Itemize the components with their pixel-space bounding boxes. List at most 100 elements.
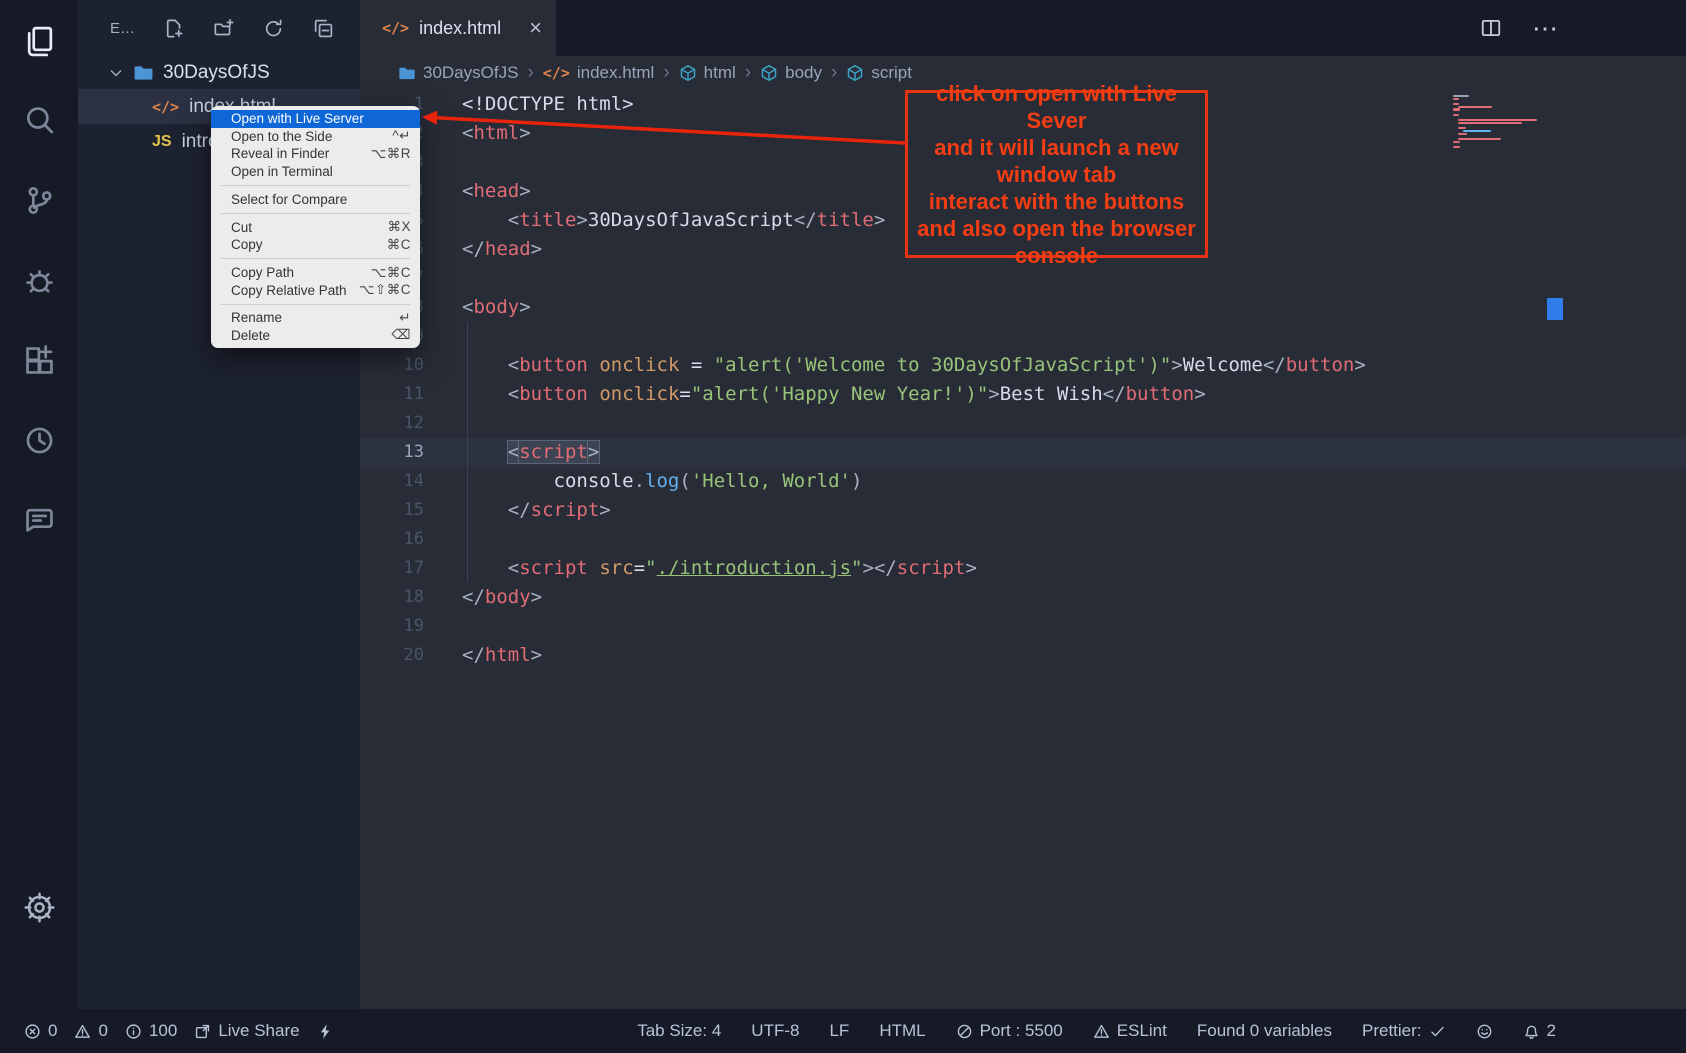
menu-item-cut[interactable]: Cut⌘X (211, 218, 420, 236)
tab-close-icon[interactable]: × (529, 17, 542, 39)
code-line-9[interactable]: 9 (360, 322, 1686, 351)
code-line-16[interactable]: 16 (360, 525, 1686, 554)
activity-debug[interactable] (0, 240, 78, 320)
status-live-share[interactable]: Live Share (194, 1021, 299, 1041)
status-eslint[interactable]: ESLint (1093, 1021, 1167, 1041)
status-label: Live Share (218, 1021, 299, 1041)
line-number: 15 (360, 496, 424, 525)
activity-search[interactable] (0, 80, 78, 160)
menu-shortcut: ^↵ (392, 128, 411, 144)
status-language-mode[interactable]: HTML (879, 1021, 925, 1041)
new-folder-button[interactable] (213, 18, 234, 39)
breadcrumb-item-script[interactable]: script (846, 63, 912, 83)
status-bar: 00 100 Live Share Tab Size: 4 UTF-8 LF HTML Po… (0, 1009, 1686, 1053)
debug-icon (23, 264, 56, 297)
breadcrumb-item-30daysofjs[interactable]: 30DaysOfJS (398, 63, 518, 83)
menu-item-copy-path[interactable]: Copy Path⌥⌘C (211, 264, 420, 282)
refresh-icon (263, 18, 284, 39)
breadcrumb-separator: › (831, 62, 837, 84)
status-feedback-smiley[interactable] (1476, 1021, 1493, 1041)
breadcrumb-label: html (704, 63, 736, 83)
code-line-10[interactable]: 10 <button onclick = "alert('Welcome to … (360, 351, 1686, 380)
more-actions-button[interactable]: ⋯ (1532, 13, 1558, 44)
refresh-button[interactable] (263, 18, 284, 39)
code-line-17[interactable]: 17 <script src="./introduction.js"></scr… (360, 554, 1686, 583)
menu-item-rename[interactable]: Rename↵ (211, 309, 420, 327)
breadcrumb-item-html[interactable]: html (679, 63, 736, 83)
status-label: 0 (48, 1021, 57, 1041)
annotation-line: window tab (908, 161, 1205, 188)
code-line-14[interactable]: 14 console.log('Hello, World') (360, 467, 1686, 496)
menu-item-delete[interactable]: Delete⌫ (211, 327, 420, 345)
code-line-13[interactable]: 13 <script> (360, 438, 1686, 467)
bell-icon (1523, 1023, 1540, 1040)
folder-root-row[interactable]: 30DaysOfJS (78, 56, 360, 89)
menu-separator (221, 258, 410, 259)
activity-explorer[interactable] (0, 0, 78, 80)
line-number: 14 (360, 467, 424, 496)
ext-icon (23, 344, 56, 377)
activity-feedback[interactable] (0, 480, 78, 560)
editor-actions: ⋯ (1480, 0, 1686, 56)
code-line-11[interactable]: 11 <button onclick="alert('Happy New Yea… (360, 380, 1686, 409)
status-port[interactable]: Port : 5500 (956, 1021, 1063, 1041)
menu-item-reveal-in-finder[interactable]: Reveal in Finder⌥⌘R (211, 145, 420, 163)
warning-icon (1093, 1023, 1110, 1040)
code-line-18[interactable]: 18</body> (360, 583, 1686, 612)
menu-item-open-in-terminal[interactable]: Open in Terminal (211, 163, 420, 181)
collapse-button[interactable] (313, 18, 334, 39)
html-file-icon: </> (543, 64, 570, 82)
status-prettier[interactable]: Prettier: (1362, 1021, 1446, 1041)
activity-extensions[interactable] (0, 320, 78, 400)
tab-index-html[interactable]: </> index.html × (360, 0, 556, 56)
status-tab-size[interactable]: Tab Size: 4 (637, 1021, 721, 1041)
breadcrumb-item-index-html[interactable]: </>index.html (543, 63, 655, 83)
menu-shortcut: ⌘C (387, 237, 411, 253)
status-eol[interactable]: LF (829, 1021, 849, 1041)
activity-source-control[interactable] (0, 160, 78, 240)
menu-item-open-to-the-side[interactable]: Open to the Side^↵ (211, 128, 420, 146)
status-info-count[interactable]: 100 (125, 1021, 177, 1041)
code-line-19[interactable]: 19 (360, 612, 1686, 641)
breadcrumb-item-body[interactable]: body (760, 63, 822, 83)
gear-icon (24, 892, 55, 923)
menu-item-select-for-compare[interactable]: Select for Compare (211, 191, 420, 209)
split-editor-button[interactable] (1480, 17, 1502, 39)
code-line-12[interactable]: 12 (360, 409, 1686, 438)
menu-item-label: Cut (231, 220, 252, 235)
split-icon (1480, 17, 1502, 39)
annotation-line: click on open with Live Sever (908, 80, 1205, 134)
menu-shortcut: ↵ (399, 310, 411, 326)
status-encoding[interactable]: UTF-8 (751, 1021, 799, 1041)
new-file-button[interactable] (163, 18, 184, 39)
status-warning-count[interactable]: 0 (74, 1021, 107, 1041)
status-label: LF (829, 1021, 849, 1041)
clock-icon (23, 424, 56, 457)
annotation-line: interact with the buttons (908, 188, 1205, 215)
status-right: Tab Size: 4 UTF-8 LF HTML Port : 5500 ESLint F… (637, 1021, 1556, 1041)
status-notifications[interactable]: 2 (1523, 1021, 1556, 1041)
activity-history[interactable] (0, 400, 78, 480)
menu-item-copy[interactable]: Copy⌘C (211, 236, 420, 254)
code-line-text: <body> (424, 293, 531, 322)
code-line-8[interactable]: 8<body> (360, 293, 1686, 322)
new-folder-icon (213, 18, 234, 39)
settings-button[interactable] (0, 892, 78, 923)
status-go-live[interactable] (317, 1021, 334, 1041)
code-line-15[interactable]: 15 </script> (360, 496, 1686, 525)
line-number: 12 (360, 409, 424, 438)
warning-icon (74, 1023, 91, 1040)
menu-item-open-with-live-server[interactable]: Open with Live Server (211, 110, 420, 128)
search-icon (23, 104, 56, 137)
status-error-count[interactable]: 0 (24, 1021, 57, 1041)
status-left: 00 100 Live Share (24, 1021, 334, 1041)
code-line-text (424, 148, 462, 177)
code-line-text (424, 409, 462, 438)
status-found-variables[interactable]: Found 0 variables (1197, 1021, 1332, 1041)
code-line-20[interactable]: 20</html> (360, 641, 1686, 670)
menu-item-copy-relative-path[interactable]: Copy Relative Path⌥⇧⌘C (211, 281, 420, 299)
collapse-icon (313, 18, 334, 39)
info-icon (125, 1023, 142, 1040)
context-menu: Open with Live ServerOpen to the Side^↵R… (211, 106, 420, 348)
minimap[interactable] (1453, 95, 1545, 149)
